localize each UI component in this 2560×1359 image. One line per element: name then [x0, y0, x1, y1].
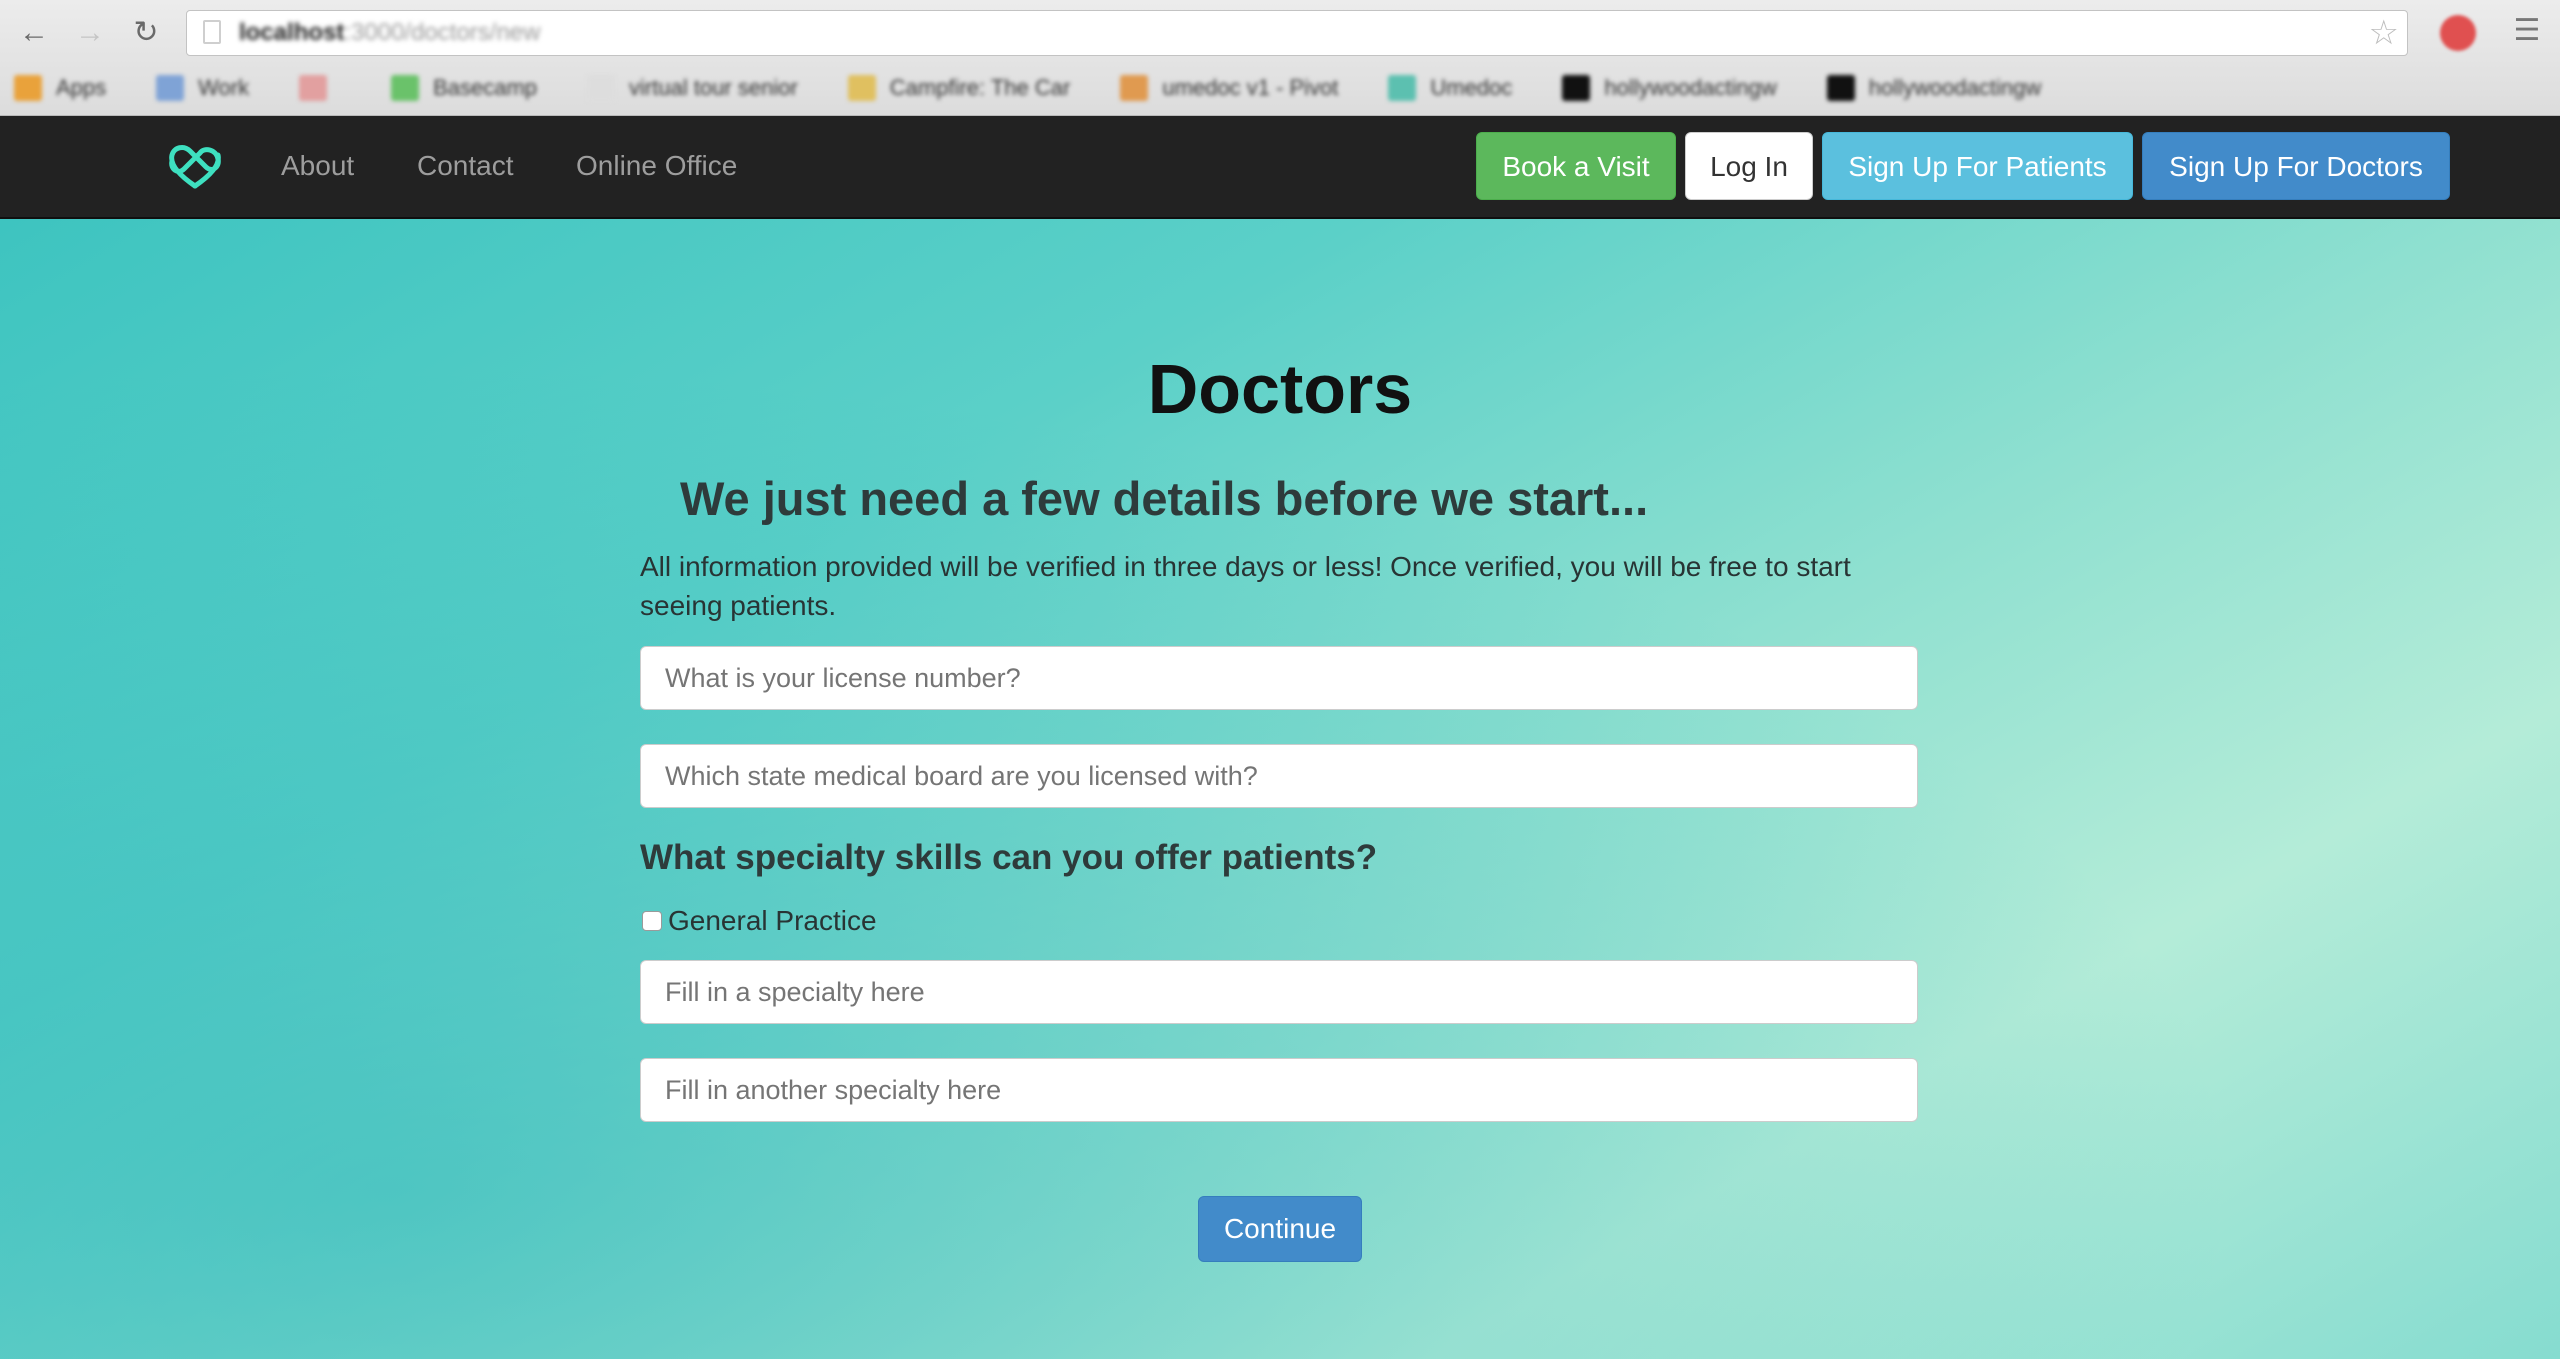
reload-icon[interactable]: ↻ [126, 14, 166, 52]
bookmark-label: Work [198, 75, 250, 100]
bookmark-item[interactable]: Campfire: The Car [847, 75, 1071, 101]
bookmark-icon [1826, 75, 1855, 101]
bookmark-label: virtual tour senior [629, 75, 798, 100]
bookmark-icon [299, 75, 328, 101]
bookmark-item[interactable]: Apps [14, 75, 106, 101]
nav-link-contact[interactable]: Contact [417, 150, 514, 182]
bookmark-label: umedoc v1 - Pivot [1162, 75, 1339, 100]
bookmark-icon [1562, 75, 1591, 101]
specialty-heading: What specialty skills can you offer pati… [640, 838, 1378, 877]
bookmark-icon [1120, 75, 1149, 101]
forward-arrow-icon[interactable]: → [70, 14, 110, 52]
address-url: localhost:3000/doctors/new [239, 19, 541, 46]
page-subtitle: We just need a few details before we sta… [680, 472, 1649, 525]
browser-chrome: ← → ↻ localhost:3000/doctors/new ☆ ☰ App… [0, 0, 2560, 116]
extension-icon[interactable] [2440, 15, 2476, 51]
page-icon [203, 20, 221, 44]
back-arrow-icon[interactable]: ← [14, 14, 54, 52]
address-bar[interactable]: localhost:3000/doctors/new ☆ [186, 10, 2408, 56]
bookmarks-bar: Apps Work Basecamp virtual tour senior Campf… [0, 68, 2560, 108]
bookmark-icon [1388, 75, 1417, 101]
bookmark-item[interactable]: Umedoc [1388, 75, 1512, 101]
bookmark-item[interactable]: umedoc v1 - Pivot [1120, 75, 1338, 101]
bookmark-item[interactable]: virtual tour senior [587, 75, 798, 101]
bookmark-item[interactable]: Basecamp [391, 75, 537, 101]
bookmark-icon [14, 75, 42, 101]
nav-link-online-office[interactable]: Online Office [576, 150, 737, 182]
book-visit-button[interactable]: Book a Visit [1476, 132, 1676, 200]
page-title: Doctors [1147, 350, 1413, 428]
bookmark-icon [156, 75, 185, 101]
browser-menu-icon[interactable]: ☰ [2510, 14, 2544, 48]
medical-board-input[interactable] [640, 744, 1918, 808]
bookmark-star-icon[interactable]: ☆ [2369, 13, 2399, 53]
bookmark-label: Campfire: The Car [889, 75, 1071, 100]
log-in-button[interactable]: Log In [1685, 132, 1813, 200]
main-content: Doctors We just need a few details befor… [0, 219, 2560, 1359]
general-practice-option[interactable]: General Practice [640, 904, 877, 938]
continue-button[interactable]: Continue [1198, 1196, 1362, 1262]
license-number-input[interactable] [640, 646, 1918, 710]
site-navbar: About Contact Online Office Book a Visit… [0, 116, 2560, 219]
bookmark-label: hollywoodactingw [1868, 75, 2042, 100]
general-practice-checkbox[interactable] [642, 911, 662, 931]
general-practice-label[interactable]: General Practice [668, 905, 877, 937]
sign-up-doctors-button[interactable]: Sign Up For Doctors [2142, 132, 2450, 200]
nav-link-about[interactable]: About [281, 150, 354, 182]
bookmark-icon [847, 75, 876, 101]
bookmark-item[interactable]: hollywoodactingw [1562, 75, 1777, 101]
bookmark-label: hollywoodactingw [1604, 75, 1777, 100]
bookmark-icon [391, 75, 420, 101]
bookmark-label: Apps [56, 75, 107, 100]
bookmark-item[interactable] [299, 75, 341, 101]
intro-text: All information provided will be verifie… [640, 551, 1851, 621]
sign-up-patients-button[interactable]: Sign Up For Patients [1822, 132, 2133, 200]
bookmark-item[interactable]: hollywoodactingw [1826, 75, 2042, 101]
heart-logo-icon[interactable] [166, 141, 224, 191]
bookmark-label: Umedoc [1430, 75, 1513, 100]
bookmark-label: Basecamp [433, 75, 538, 100]
bookmark-icon [587, 75, 616, 101]
specialty-input-1[interactable] [640, 960, 1918, 1024]
specialty-input-2[interactable] [640, 1058, 1918, 1122]
bookmark-item[interactable]: Work [156, 75, 249, 101]
